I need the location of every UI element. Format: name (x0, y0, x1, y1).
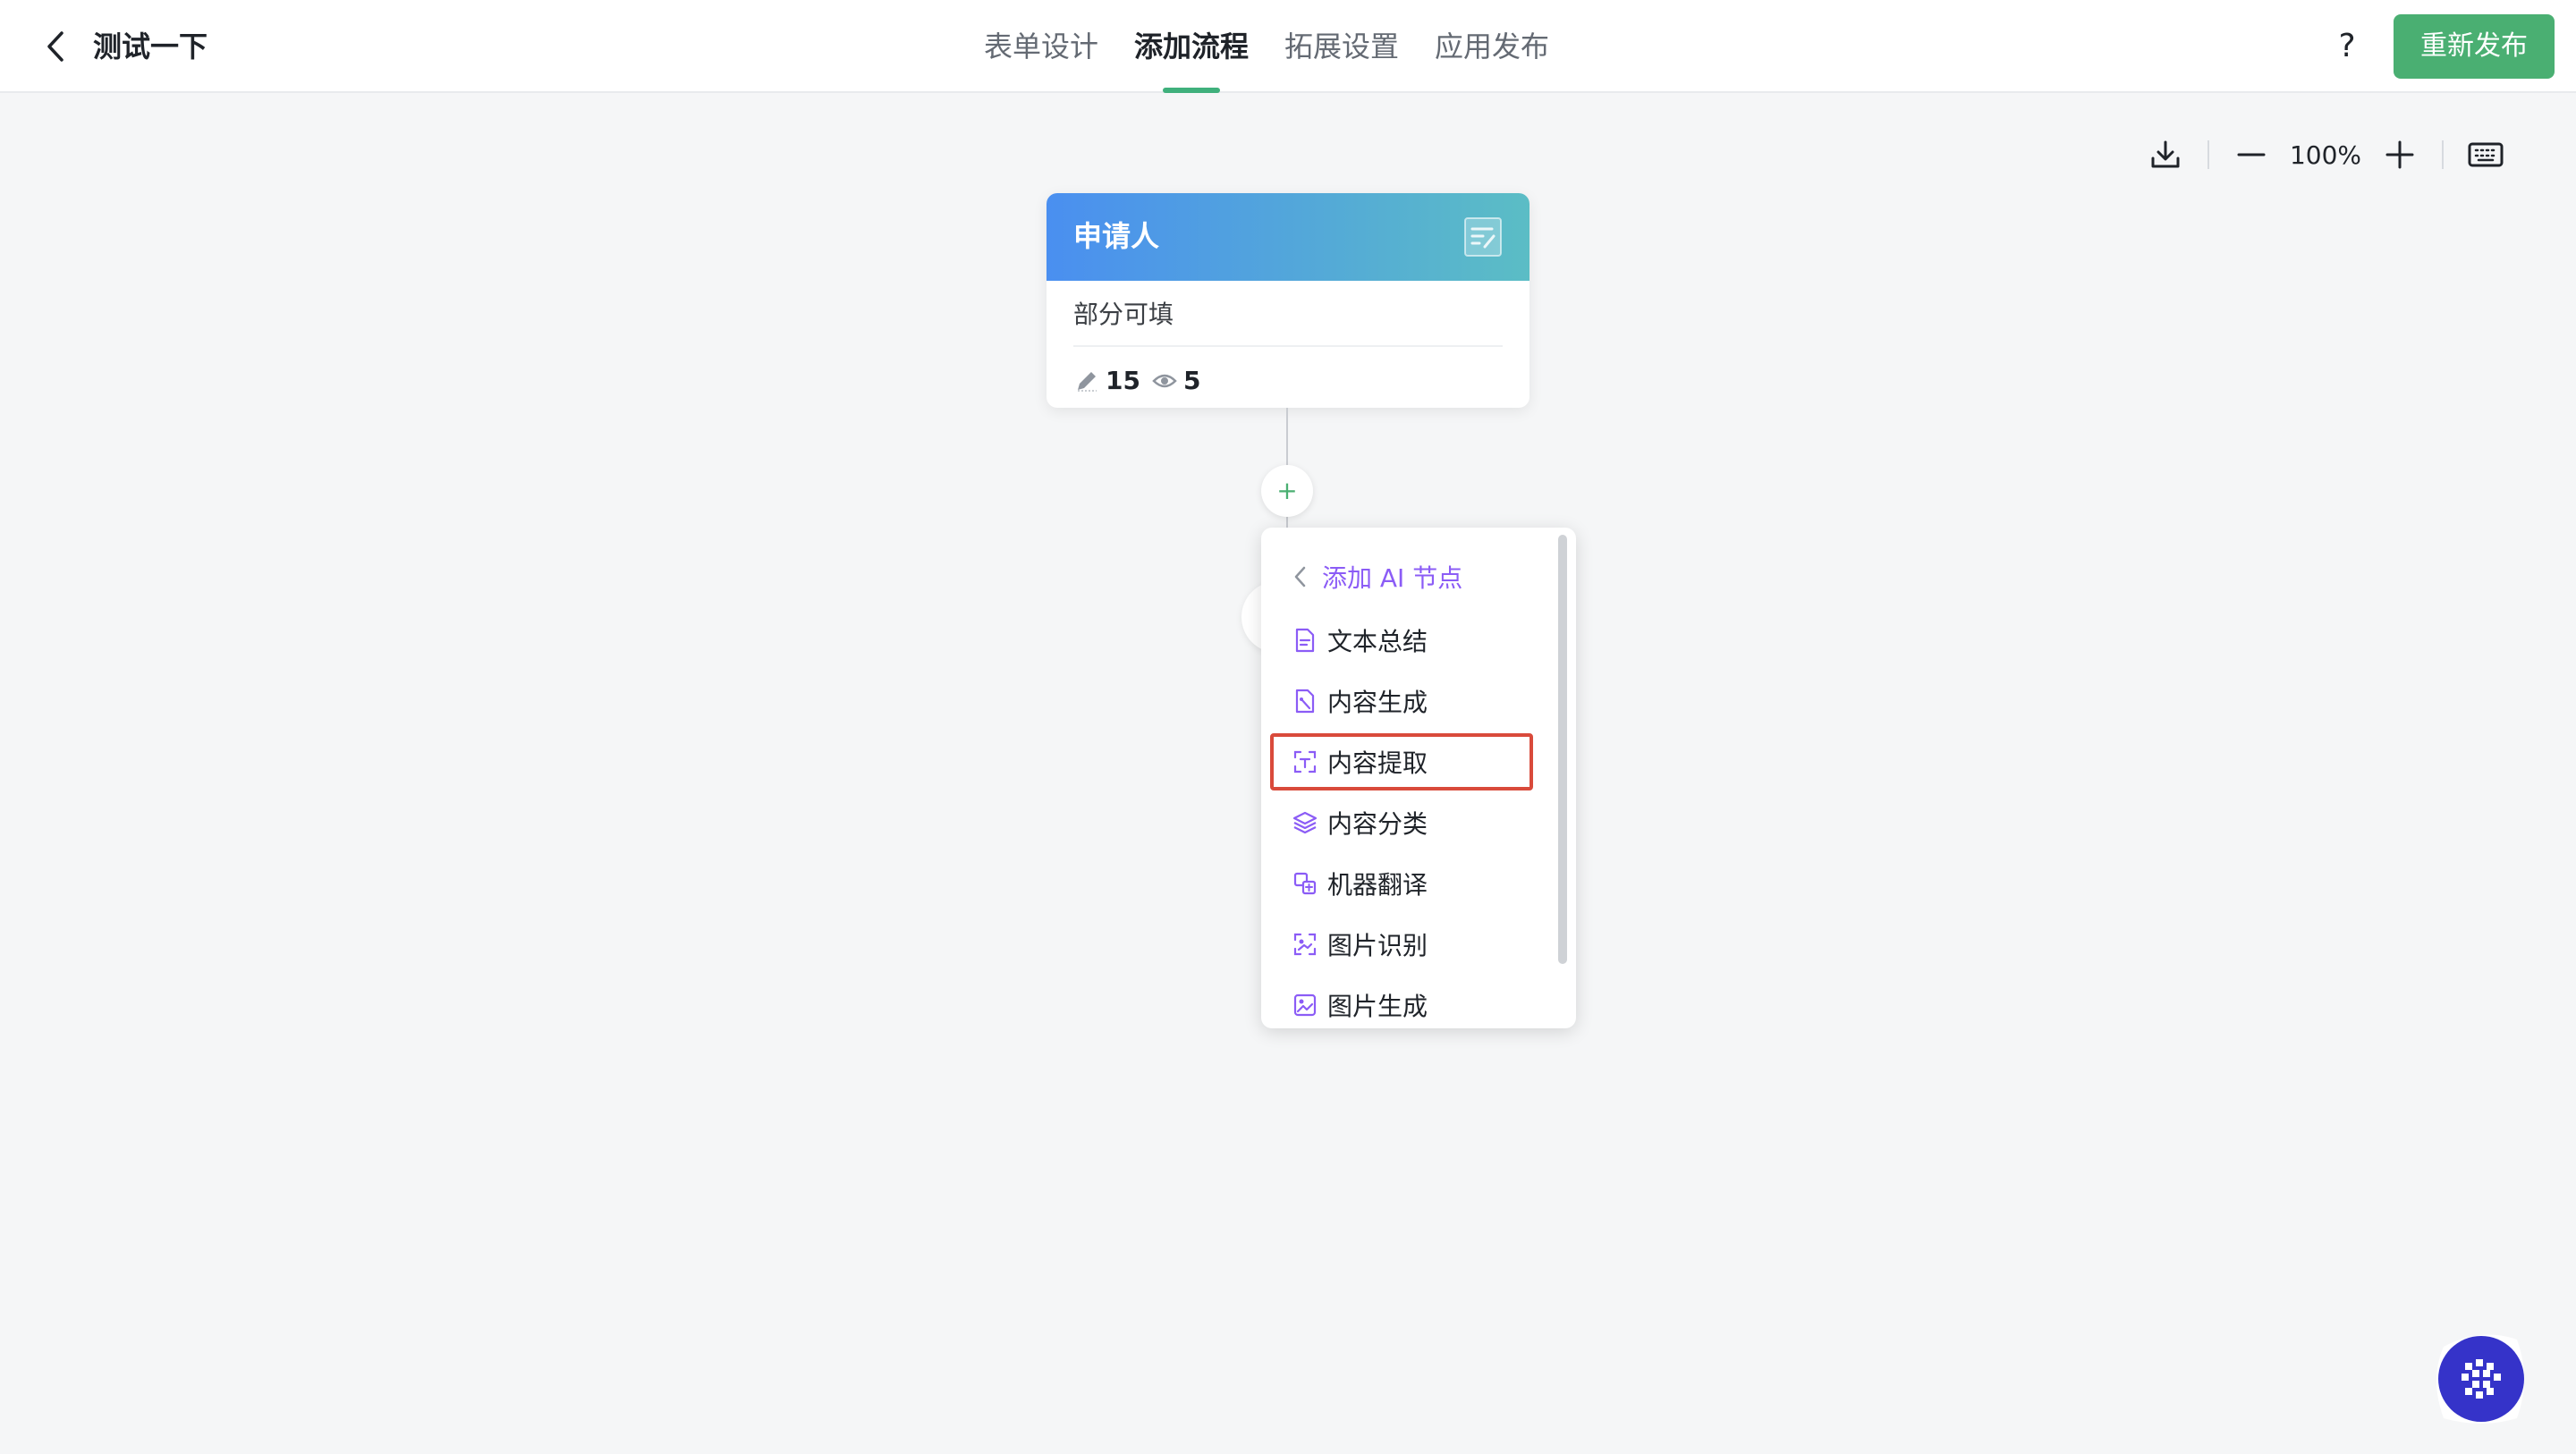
content-generate-icon (1292, 688, 1318, 714)
menu-back-header[interactable]: 添加 AI 节点 (1293, 554, 1462, 599)
menu-header-label: 添加 AI 节点 (1322, 563, 1463, 593)
toolbar-divider (2207, 140, 2209, 169)
download-icon[interactable] (2143, 132, 2188, 177)
zoom-level: 100% (2289, 139, 2362, 170)
toolbar-divider (2442, 140, 2444, 169)
visible-count: 5 (1182, 366, 1201, 395)
assistant-logo-icon (2436, 1334, 2524, 1424)
pencil-icon (1073, 368, 1100, 394)
back-button[interactable] (39, 29, 72, 64)
top-bar: 测试一下 表单设计 添加流程 拓展设置 应用发布 ? 重新发布 (0, 0, 2576, 93)
tab-extended-settings[interactable]: 拓展设置 (1284, 0, 1399, 93)
translate-icon (1292, 870, 1318, 897)
node-stats: 15 5 (1073, 347, 1503, 399)
eye-icon (1151, 368, 1178, 394)
chevron-left-icon (1293, 564, 1315, 589)
ai-assistant-button[interactable] (2431, 1329, 2531, 1429)
menu-item-content-generate[interactable]: 内容生成 (1261, 671, 1562, 731)
republish-button[interactable]: 重新发布 (2394, 14, 2555, 79)
menu-item-label: 文本总结 (1327, 627, 1428, 656)
image-recognize-icon (1292, 931, 1318, 958)
menu-item-label: 内容生成 (1327, 688, 1428, 717)
menu-item-machine-translate[interactable]: 机器翻译 (1261, 853, 1562, 914)
node-permission-text: 部分可填 (1073, 281, 1503, 347)
node-body: 部分可填 15 5 (1073, 281, 1503, 399)
app-title: 测试一下 (93, 30, 208, 63)
tab-bar: 表单设计 添加流程 拓展设置 应用发布 (984, 0, 1549, 93)
add-node-button[interactable]: + (1261, 465, 1313, 517)
zoom-in-icon[interactable] (2377, 132, 2422, 177)
editable-count: 15 (1106, 366, 1140, 395)
zoom-out-icon[interactable] (2229, 132, 2274, 177)
tab-app-publish[interactable]: 应用发布 (1435, 0, 1549, 93)
tab-add-process[interactable]: 添加流程 (1134, 0, 1249, 93)
node-title: 申请人 (1073, 219, 1160, 253)
menu-item-label: 内容分类 (1327, 809, 1428, 839)
layers-icon (1292, 809, 1318, 836)
ai-node-list: 文本总结 内容生成 内容提取 内容分类 机器翻译 图片识别 图片生成 (1261, 610, 1562, 1028)
menu-item-label: 图片生成 (1327, 992, 1428, 1021)
menu-item-label: 内容提取 (1327, 748, 1428, 778)
node-header: 申请人 (1046, 193, 1530, 281)
menu-item-label: 图片识别 (1327, 931, 1428, 960)
help-icon[interactable]: ? (2329, 29, 2365, 64)
chevron-left-icon[interactable] (46, 30, 65, 63)
menu-item-image-recognize[interactable]: 图片识别 (1261, 914, 1562, 975)
add-ai-node-menu: 添加 AI 节点 文本总结 内容生成 内容提取 内容分类 机器翻译 图片识别 图… (1261, 528, 1576, 1028)
canvas-toolbar: 100% (2143, 132, 2508, 177)
menu-item-content-extract[interactable]: 内容提取 (1268, 731, 1535, 792)
menu-item-text-summary[interactable]: 文本总结 (1261, 610, 1562, 671)
form-edit-icon (1463, 216, 1503, 258)
menu-item-label: 机器翻译 (1327, 870, 1428, 900)
menu-scrollbar[interactable] (1558, 535, 1567, 964)
menu-item-image-generate[interactable]: 图片生成 (1261, 975, 1562, 1028)
menu-item-content-classify[interactable]: 内容分类 (1261, 792, 1562, 853)
keyboard-icon[interactable] (2463, 132, 2508, 177)
text-summary-icon (1292, 627, 1318, 654)
tab-form-design[interactable]: 表单设计 (984, 0, 1098, 93)
applicant-node[interactable]: 申请人 部分可填 15 5 (1046, 193, 1530, 408)
image-generate-icon (1292, 992, 1318, 1019)
content-extract-icon (1292, 748, 1318, 775)
